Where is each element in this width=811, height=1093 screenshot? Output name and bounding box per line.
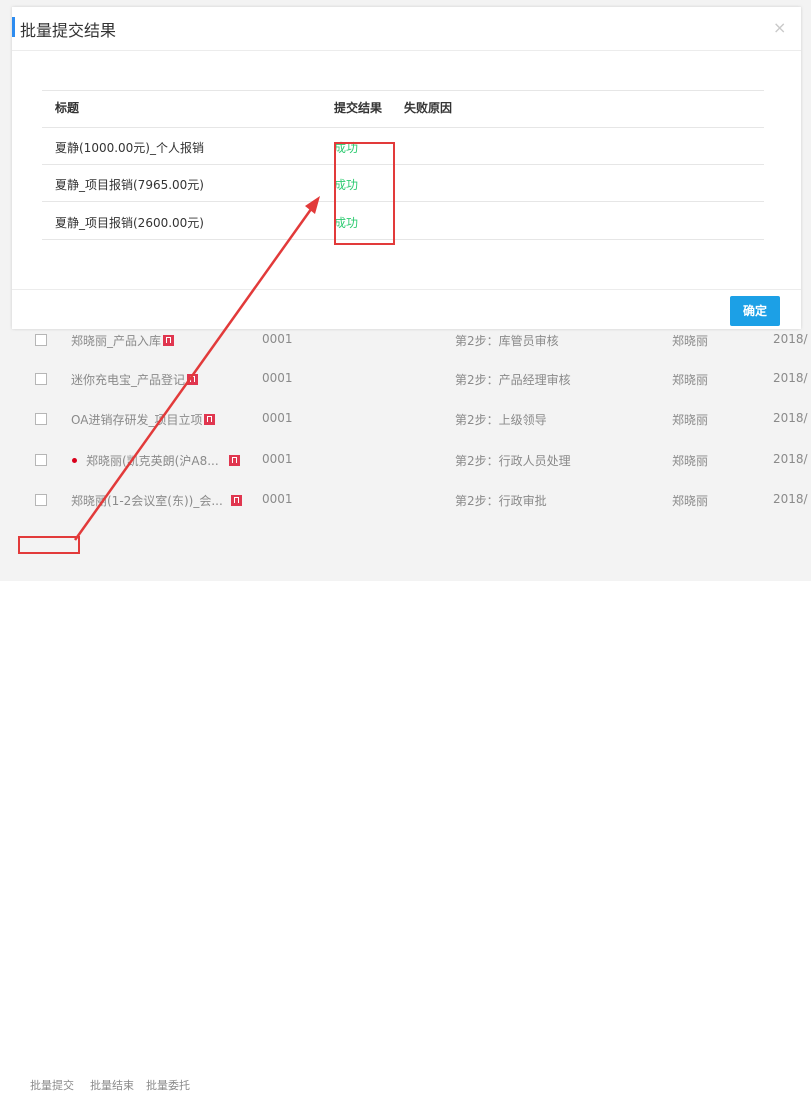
batch-submit-result-dialog: 批量提交结果 × 标题 提交结果 失败原因 夏静(1000.00元)_个人报销 …	[12, 7, 801, 329]
task-title[interactable]: 迷你充电宝_产品登记	[71, 371, 199, 388]
row-checkbox[interactable]	[35, 334, 47, 346]
row-checkbox[interactable]	[35, 454, 47, 466]
batch-submit-link[interactable]: 批量提交	[30, 1077, 74, 1093]
annotation-highlight-success	[334, 142, 395, 245]
close-icon[interactable]: ×	[773, 18, 786, 37]
column-header-result: 提交结果	[334, 101, 383, 115]
divider	[42, 90, 764, 91]
task-step: 第2步：产品经理审核	[455, 373, 571, 387]
flag-icon	[187, 374, 199, 385]
column-header-title: 标题	[55, 101, 80, 115]
task-user: 郑晓丽	[672, 373, 709, 387]
divider	[42, 239, 764, 240]
title-accent-bar	[12, 17, 15, 37]
task-user: 郑晓丽	[672, 413, 709, 427]
task-code: 0001	[262, 332, 293, 346]
task-date: 2018/	[773, 492, 808, 506]
list-item[interactable]: 郑晓丽(凯克英朗(沪A8... 0001 第2步：行政人员处理 郑晓丽 2018…	[0, 442, 811, 479]
flag-icon	[230, 495, 242, 506]
row-checkbox[interactable]	[35, 494, 47, 506]
flag-icon	[204, 414, 216, 425]
task-user: 郑晓丽	[672, 494, 709, 508]
task-code: 0001	[262, 452, 293, 466]
task-date: 2018/	[773, 452, 808, 466]
list-item[interactable]: 郑晓丽(1-2会议室(东))_会... 0001 第2步：行政审批 郑晓丽 20…	[0, 482, 811, 519]
task-step: 第2步：上级领导	[455, 413, 547, 427]
divider	[42, 164, 764, 165]
batch-delegate-link[interactable]: 批量委托	[146, 1077, 190, 1093]
task-step: 第2步：库管员审核	[455, 334, 559, 348]
task-code: 0001	[262, 411, 293, 425]
task-user: 郑晓丽	[672, 454, 709, 468]
divider	[12, 50, 801, 51]
task-code: 0001	[262, 371, 293, 385]
task-step: 第2步：行政人员处理	[455, 454, 571, 468]
divider	[12, 289, 801, 290]
row-title: 夏静(1000.00元)_个人报销	[55, 141, 204, 155]
row-checkbox[interactable]	[35, 373, 47, 385]
task-title[interactable]: OA进销存研发_项目立项	[71, 411, 216, 428]
divider	[42, 127, 764, 128]
task-date: 2018/	[773, 411, 808, 425]
row-checkbox[interactable]	[35, 413, 47, 425]
batch-end-link[interactable]: 批量结束	[90, 1077, 134, 1093]
flag-icon	[163, 335, 175, 346]
divider	[42, 201, 764, 202]
task-title[interactable]: 郑晓丽(凯克英朗(沪A8...	[86, 452, 240, 469]
list-item[interactable]: 迷你充电宝_产品登记 0001 第2步：产品经理审核 郑晓丽 2018/	[0, 361, 811, 398]
column-header-reason: 失败原因	[404, 101, 453, 115]
batch-actions-bar: 批量提交 批量结束 批量委托	[0, 536, 811, 1092]
row-title: 夏静_项目报销(2600.00元)	[55, 216, 204, 230]
annotation-highlight-batch-submit	[18, 536, 80, 554]
dialog-title: 批量提交结果	[20, 21, 117, 40]
list-item[interactable]: OA进销存研发_项目立项 0001 第2步：上级领导 郑晓丽 2018/	[0, 401, 811, 438]
row-title: 夏静_项目报销(7965.00元)	[55, 178, 204, 192]
task-code: 0001	[262, 492, 293, 506]
unread-dot-icon	[72, 458, 77, 463]
confirm-button[interactable]: 确定	[730, 296, 780, 326]
task-title[interactable]: 郑晓丽(1-2会议室(东))_会...	[71, 492, 242, 509]
task-date: 2018/	[773, 371, 808, 385]
task-title[interactable]: 郑晓丽_产品入库	[71, 332, 175, 349]
task-user: 郑晓丽	[672, 334, 709, 348]
task-date: 2018/	[773, 332, 808, 346]
task-step: 第2步：行政审批	[455, 494, 547, 508]
flag-icon	[228, 455, 240, 466]
